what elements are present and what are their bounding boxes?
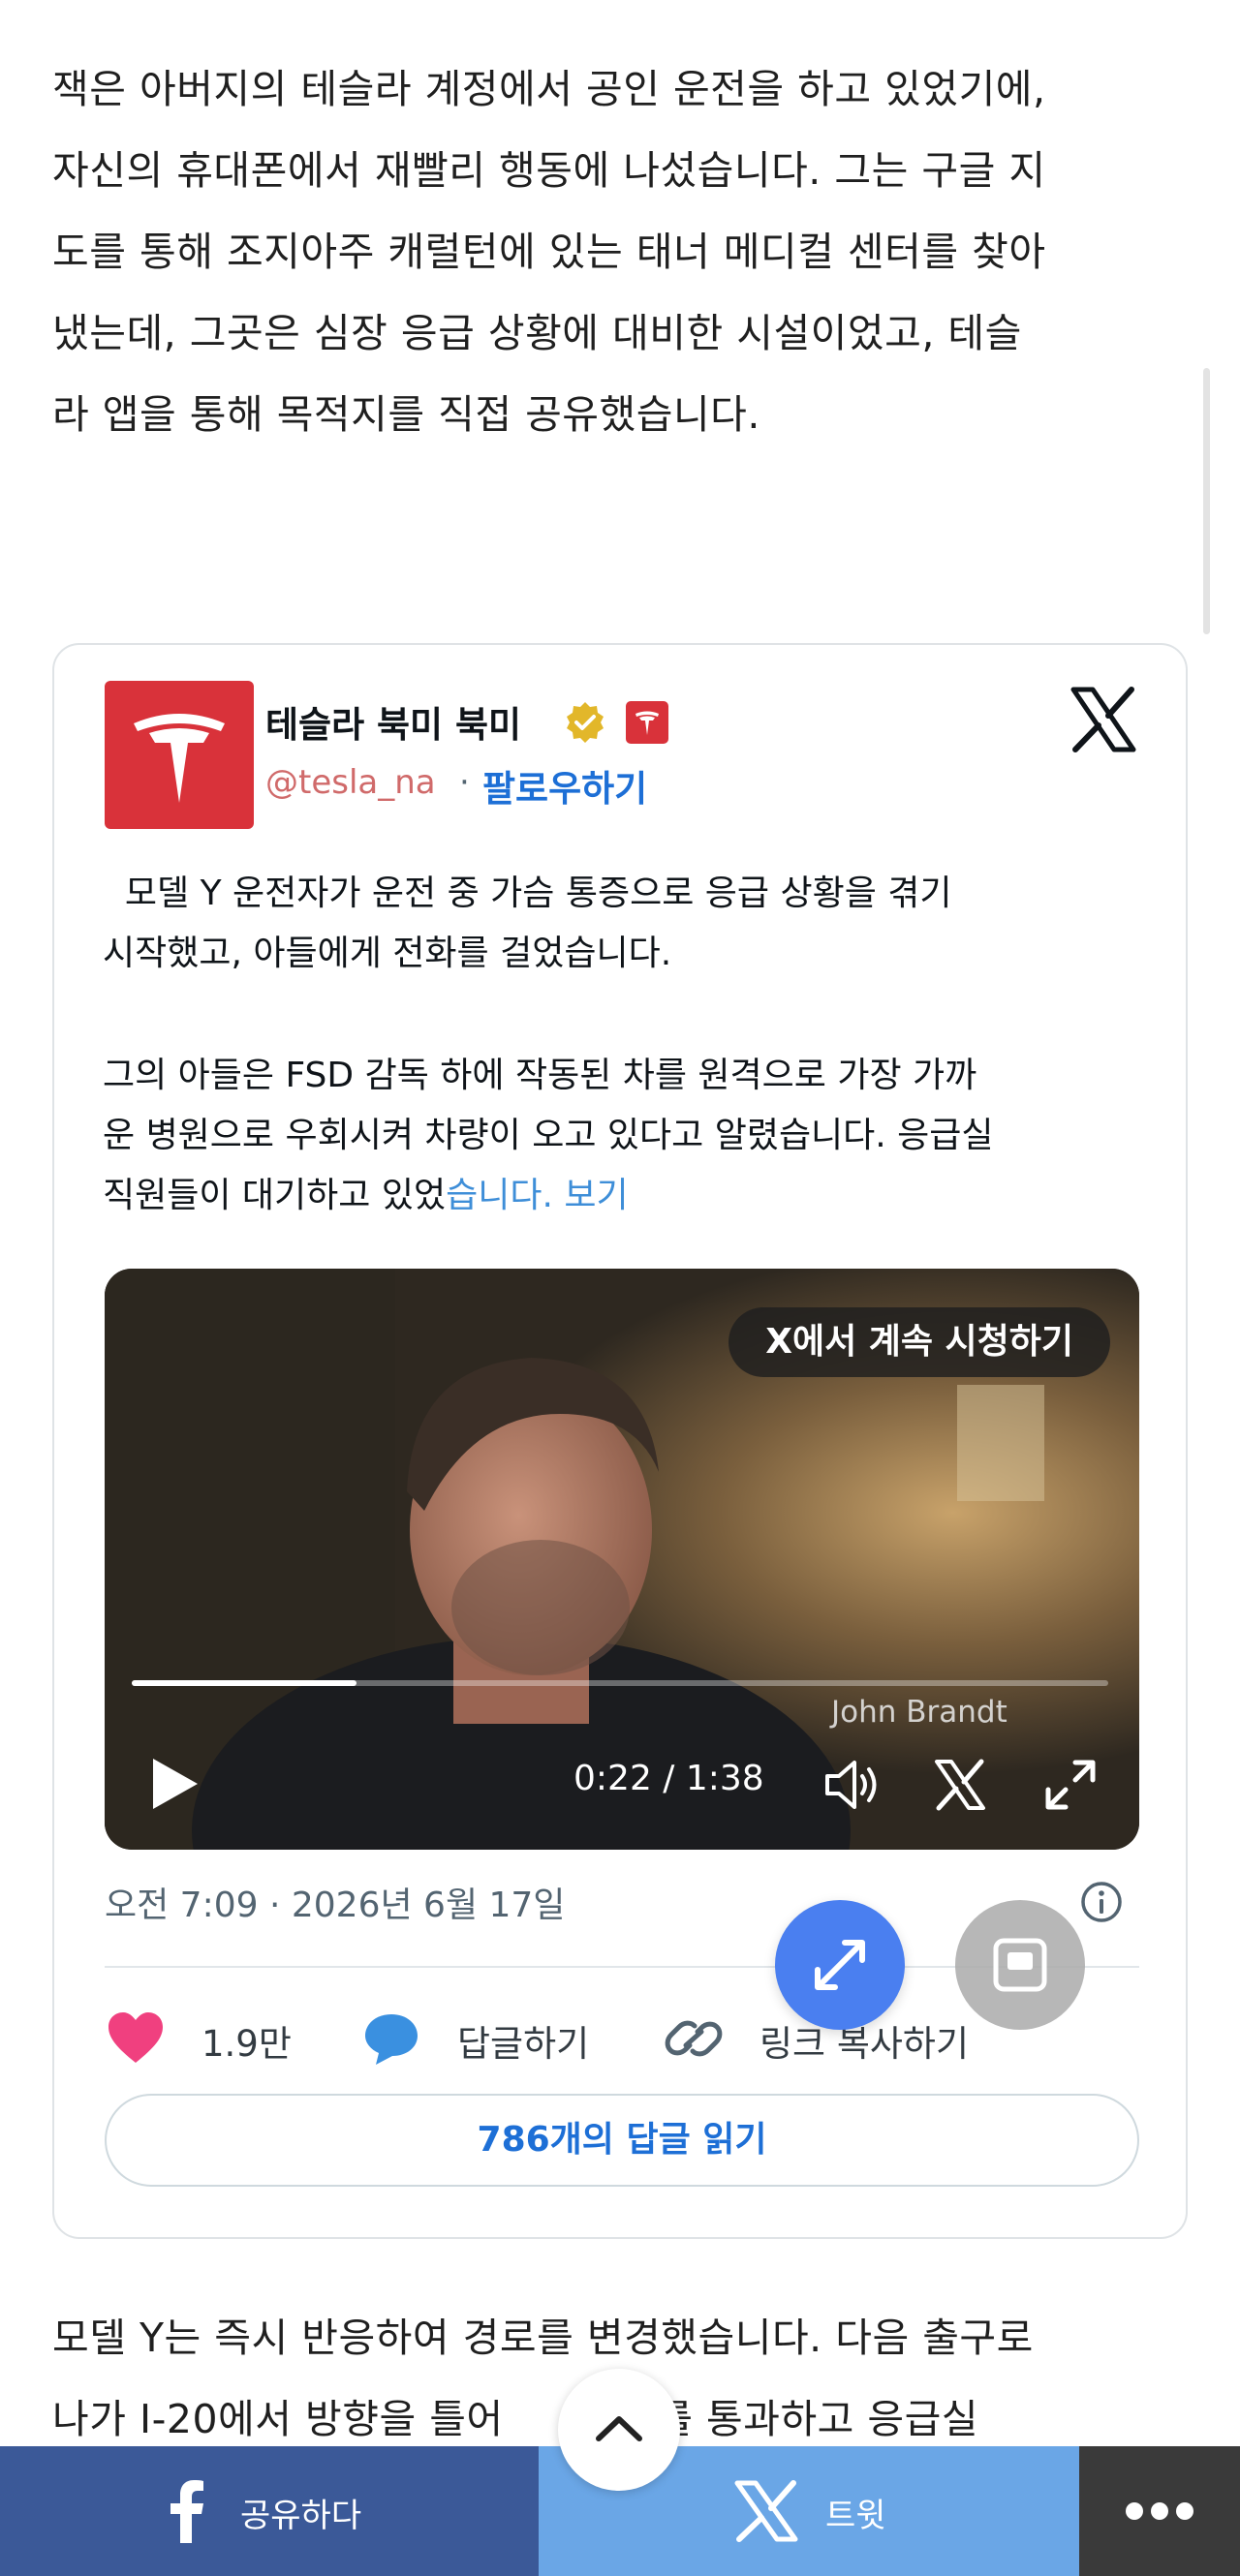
link-icon (665, 2020, 723, 2057)
tweet-text-line: 그의 아들은 FSD 감독 하에 작동된 차를 원격으로 가장 가까 (103, 1056, 977, 1095)
tesla-logo-icon[interactable] (105, 681, 254, 829)
article-line: 자신의 휴대폰에서 재빨리 행동에 나섰습니다. 그는 구글 지 (52, 147, 1046, 194)
article-line: 잭은 아버지의 테슬라 계정에서 공인 운전을 하고 있었기에, (52, 66, 1046, 112)
x-logo-icon (734, 2480, 798, 2542)
expand-icon (815, 1940, 865, 1990)
account-name[interactable]: 테슬라 북미 북미 (265, 695, 521, 748)
tweet-text: 그의 아들은 FSD 감독 하에 작동된 차를 원격으로 가장 가까 운 병원으… (103, 1046, 1159, 1226)
article-line: 도를 통해 조지아주 캐럴턴에 있는 태너 메디컬 센터를 찾아 (52, 229, 1046, 275)
reply-bubble-icon (365, 2014, 418, 2065)
tweet-share-label: 트윗 (825, 2497, 886, 2535)
tweet-text-line: 운 병원으로 우회시켜 차량이 오고 있다고 알렸습니다. 응급실 (103, 1116, 994, 1155)
show-more-link[interactable]: 습니다. 보기 (446, 1176, 629, 1215)
tweet-text-line: 시작했고, 아들에게 전화를 걸었습니다. (103, 934, 672, 973)
chevron-up-icon (596, 2416, 642, 2441)
pip-icon (993, 1938, 1047, 1992)
video-player[interactable]: X에서 계속 시청하기 John Brandt 0:22 / 1:38 (105, 1269, 1139, 1850)
article-paragraph: 잭은 아버지의 테슬라 계정에서 공인 운전을 하고 있었기에, 자신의 휴대폰… (52, 48, 1195, 455)
video-progress-bar[interactable] (132, 1680, 1108, 1686)
follow-button[interactable]: 팔로우하기 (482, 759, 647, 812)
page-scrollbar[interactable] (1203, 368, 1210, 634)
separator: · (459, 763, 470, 802)
like-button[interactable]: 1.9만 (107, 2005, 339, 2072)
facebook-share-label: 공유하다 (240, 2497, 362, 2535)
tweet-text-last: 직원들이 대기하고 있었 (103, 1176, 447, 1215)
play-icon[interactable] (147, 1755, 202, 1813)
read-replies-button[interactable]: 786개의 답글 읽기 (105, 2094, 1139, 2187)
tweet-text: 모델 Y 운전자가 운전 중 가슴 통증으로 응급 상황을 겪기 시작했고, 아… (103, 864, 1159, 984)
more-dots-icon (1126, 2502, 1194, 2520)
article-line: 라 앱을 통해 목적지를 직접 공유했습니다. (52, 391, 760, 438)
watch-on-x-button[interactable]: X에서 계속 시청하기 (728, 1307, 1110, 1377)
fullscreen-icon[interactable] (1040, 1755, 1100, 1815)
article-line: 냈는데, 그곳은 심장 응급 상황에 대비한 시설이었고, 테슬 (52, 310, 1022, 356)
heart-icon (108, 2012, 163, 2063)
pip-button[interactable] (955, 1900, 1085, 2030)
volume-icon[interactable] (820, 1753, 884, 1817)
reply-label: 답글하기 (457, 2023, 590, 2065)
account-handle[interactable]: @tesla_na (265, 763, 436, 802)
x-logo-icon[interactable] (932, 1757, 988, 1813)
tweet-timestamp[interactable]: 오전 7:09 · 2026년 6월 17일 (105, 1877, 565, 1927)
like-count: 1.9만 (202, 2023, 292, 2065)
video-progress-fill (132, 1680, 356, 1686)
verified-icon (567, 702, 604, 743)
tweet-text-line: 직원들이 대기하고 있었습니다. 보기 (103, 1166, 1159, 1226)
more-share-button[interactable] (1079, 2446, 1240, 2576)
tweet-text-line: 모델 Y 운전자가 운전 중 가슴 통증으로 응급 상황을 겪기 (103, 874, 952, 913)
article-line: 모델 Y는 즉시 반응하여 경로를 변경했습니다. 다음 출구로 (52, 2315, 1034, 2361)
video-time: 0:22 / 1:38 (574, 1759, 764, 1798)
scroll-to-top-button[interactable] (558, 2369, 680, 2491)
x-logo-icon[interactable] (1068, 684, 1139, 755)
facebook-share-button[interactable]: 공유하다 (0, 2446, 539, 2576)
tesla-badge-icon (626, 701, 668, 744)
info-icon[interactable] (1079, 1880, 1124, 1924)
reply-button[interactable]: 답글하기 (362, 2005, 653, 2072)
expand-button[interactable] (775, 1900, 905, 2030)
video-caption-name: John Brandt (831, 1695, 1008, 1730)
facebook-icon (170, 2480, 203, 2543)
